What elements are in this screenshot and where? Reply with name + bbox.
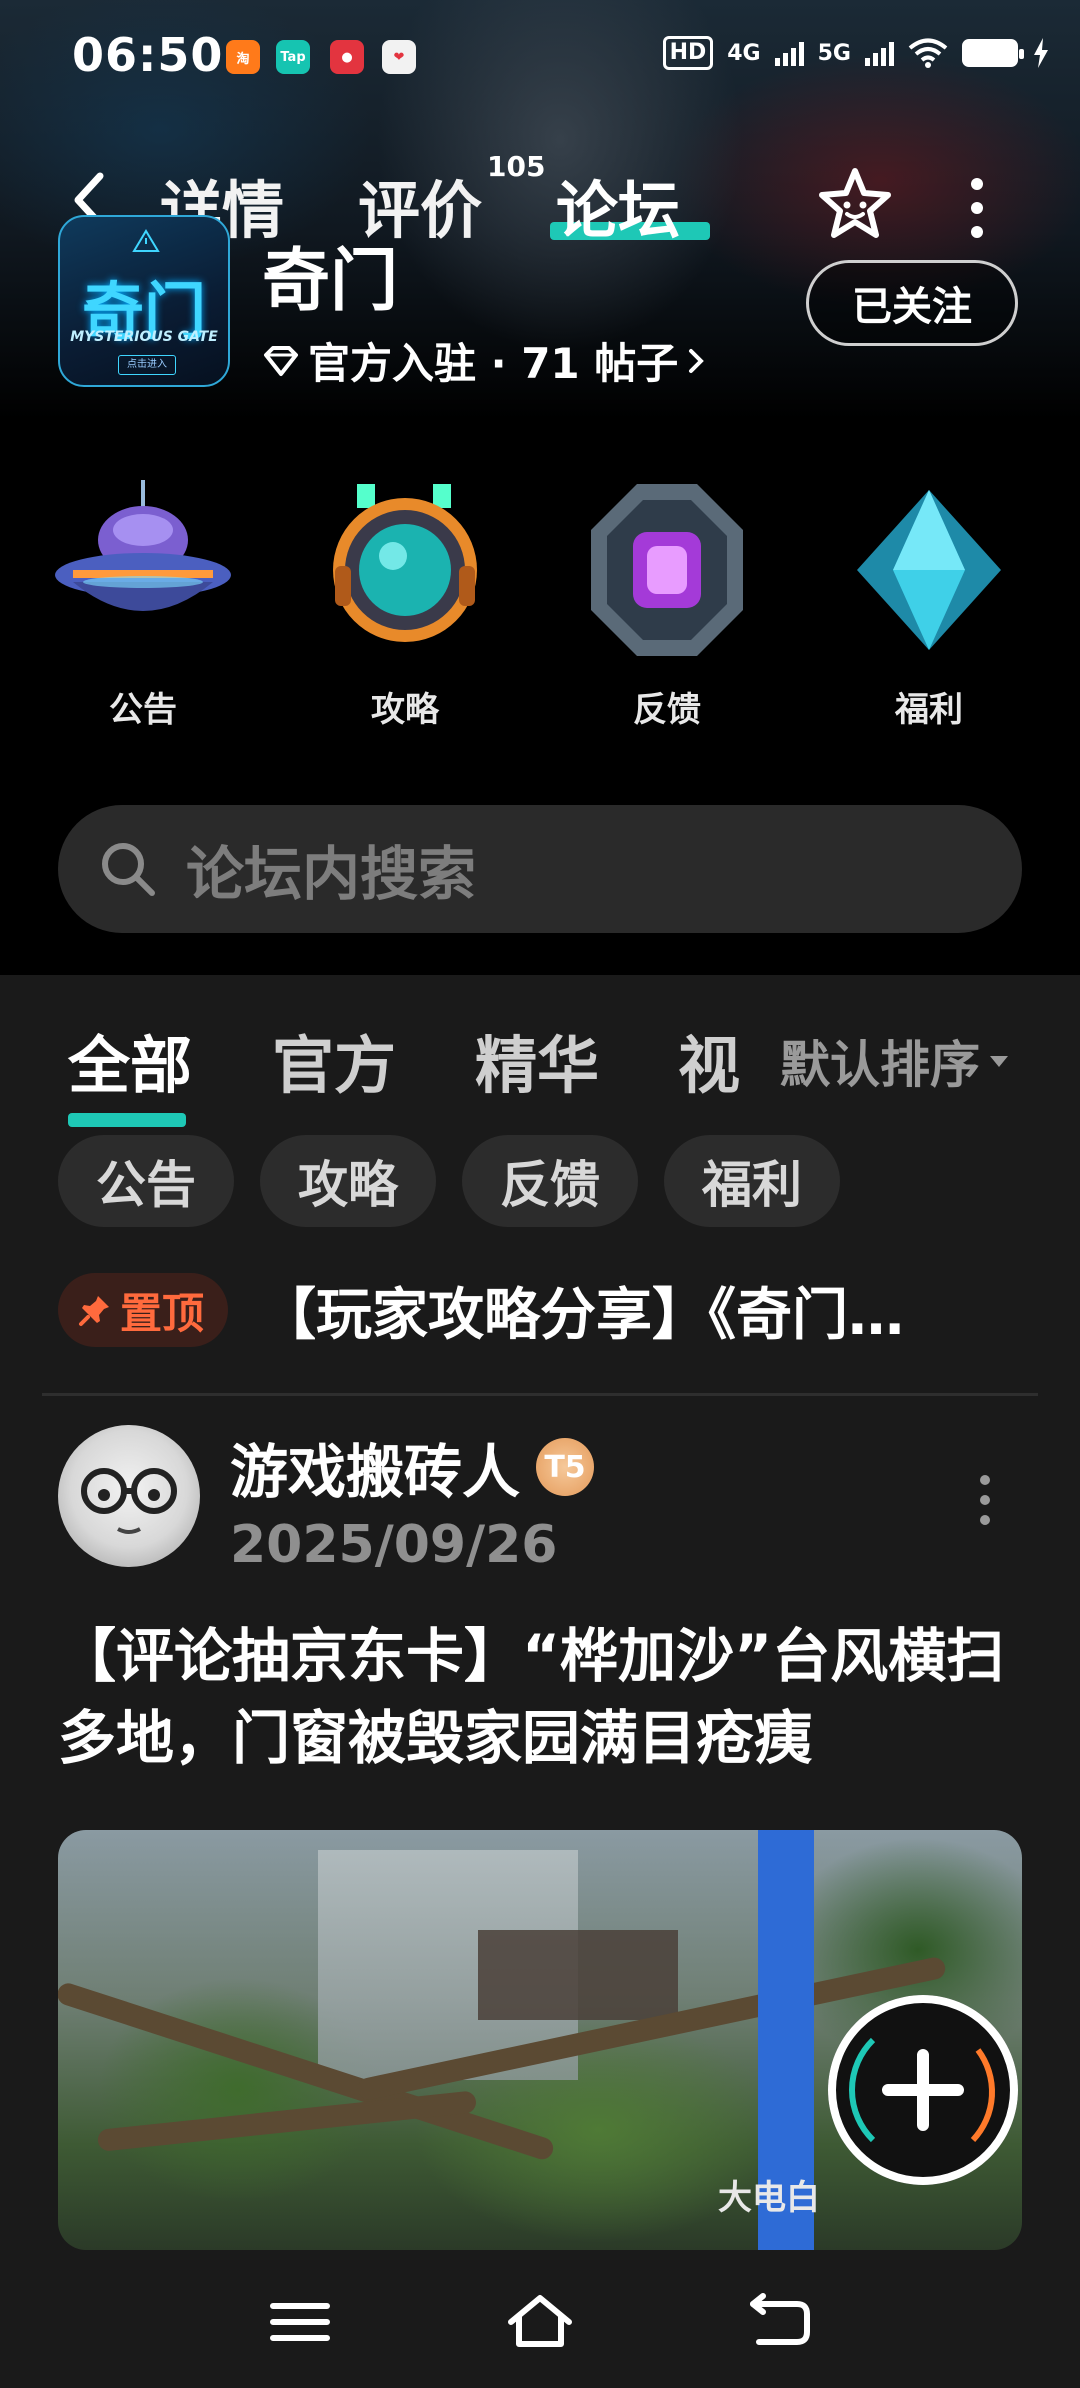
game-logo[interactable]: 奇门 MYSTERIOUS GATE 点击进入: [58, 215, 230, 387]
network-4g-label: 4G: [727, 40, 761, 66]
pinned-label: 置顶: [120, 1288, 205, 1338]
octagon-gem-icon: [591, 484, 743, 656]
category-chips: 公告 攻略 反馈 福利: [58, 1135, 840, 1227]
pinned-post[interactable]: 置顶 【玩家攻略分享】《奇门…: [58, 1270, 1022, 1350]
charging-icon: [1034, 38, 1048, 68]
diamond-icon: [264, 345, 298, 376]
caret-down-icon: [990, 1055, 1008, 1067]
hd-icon: HD: [662, 36, 714, 70]
app-icon-2: ❤: [382, 40, 416, 74]
status-bar: 06:50 淘 Tap ● ❤ HD 4G 5G: [0, 0, 1080, 110]
category-label: 反馈: [633, 690, 701, 730]
warning-triangle-icon: [132, 229, 160, 252]
forum-search-bar[interactable]: 论坛内搜索: [58, 805, 1022, 933]
avatar[interactable]: [58, 1425, 200, 1567]
filter-tab-official[interactable]: 官方: [272, 1015, 396, 1105]
back-nav-icon[interactable]: [745, 2292, 815, 2352]
pinned-badge: 置顶: [58, 1273, 229, 1347]
taobao-icon: 淘: [226, 40, 260, 74]
more-options-icon[interactable]: [962, 178, 992, 238]
filter-tabs: 全部 官方 精华 视 默认排序: [0, 1015, 1080, 1127]
create-post-button[interactable]: [828, 1995, 1018, 2185]
taptap-icon: Tap: [276, 40, 310, 74]
category-label: 攻略: [371, 690, 439, 730]
favorite-star-icon[interactable]: [815, 165, 895, 245]
signal-4g-icon: [774, 40, 804, 66]
forum-header: 06:50 淘 Tap ● ❤ HD 4G 5G 详情 评价 105 论坛 奇门…: [0, 0, 1080, 975]
author-name: 游戏搬砖人: [230, 1438, 521, 1506]
search-placeholder: 论坛内搜索: [186, 840, 477, 908]
filter-tab-indicator: [68, 1113, 186, 1127]
battery-icon: [962, 39, 1024, 67]
game-meta-text: 官方入驻 · 71 帖子: [308, 339, 679, 388]
category-guides[interactable]: 攻略: [305, 470, 505, 731]
divider: [42, 1393, 1038, 1396]
chip-guides[interactable]: 攻略: [260, 1135, 436, 1227]
author-row[interactable]: 游戏搬砖人 T5: [230, 1425, 595, 1509]
status-icons: HD 4G 5G: [662, 36, 1050, 70]
post-more-icon[interactable]: [980, 1475, 992, 1535]
chip-feedback[interactable]: 反馈: [462, 1135, 638, 1227]
sort-label: 默认排序: [780, 1036, 980, 1094]
chip-benefits[interactable]: 福利: [664, 1135, 840, 1227]
plus-icon: [848, 2037, 996, 2143]
filter-tab-video[interactable]: 视: [678, 1015, 740, 1105]
filter-tab-all[interactable]: 全部: [68, 1015, 192, 1105]
status-time: 06:50: [72, 28, 224, 82]
category-label: 福利: [895, 690, 963, 730]
category-shortcuts: 公告 攻略 反馈 福利: [0, 470, 1080, 750]
logo-enter-button: 点击进入: [118, 355, 176, 375]
pin-icon: [79, 1296, 109, 1326]
category-label: 公告: [109, 690, 177, 730]
system-nav-bar: [0, 2262, 1080, 2388]
logo-subtitle: MYSTERIOUS GATE: [70, 329, 218, 345]
chevron-right-icon: [689, 348, 705, 373]
post-date: 2025/09/26: [230, 1515, 558, 1575]
search-icon: [102, 843, 155, 896]
image-branch: [96, 2090, 478, 2152]
orb-robot-icon: [333, 484, 477, 642]
post-title[interactable]: 【评论抽京东卡】“桦加沙”台风横扫多地，门窗被毁家园满目疮痍: [58, 1615, 1028, 1779]
category-announcement[interactable]: 公告: [43, 470, 243, 731]
wifi-icon: [908, 38, 948, 68]
signal-5g-icon: [865, 40, 894, 66]
crystal-icon: [857, 490, 1001, 650]
ufo-icon: [55, 480, 231, 611]
game-meta[interactable]: 官方入驻 · 71 帖子: [262, 330, 706, 391]
app-icon-1: ●: [330, 40, 364, 74]
tab-forum[interactable]: 论坛: [556, 160, 680, 250]
avatar-face-icon: [81, 1468, 177, 1534]
network-5g-label: 5G: [817, 40, 851, 66]
menu-icon[interactable]: [265, 2292, 335, 2352]
follow-button[interactable]: 已关注: [806, 260, 1018, 346]
filter-tab-featured[interactable]: 精华: [475, 1015, 599, 1105]
category-benefits[interactable]: 福利: [829, 470, 1029, 731]
home-icon[interactable]: [505, 2292, 575, 2352]
sort-dropdown[interactable]: 默认排序: [780, 1025, 1008, 1097]
reviews-count-badge: 105: [487, 150, 546, 183]
chip-announcement[interactable]: 公告: [58, 1135, 234, 1227]
pinned-title: 【玩家攻略分享】《奇门…: [260, 1282, 905, 1348]
category-feedback[interactable]: 反馈: [567, 470, 767, 731]
image-caption: 大电白: [718, 2178, 820, 2218]
game-name: 奇门: [262, 242, 399, 321]
image-sign: [478, 1930, 678, 2020]
level-badge: T5: [536, 1438, 595, 1496]
